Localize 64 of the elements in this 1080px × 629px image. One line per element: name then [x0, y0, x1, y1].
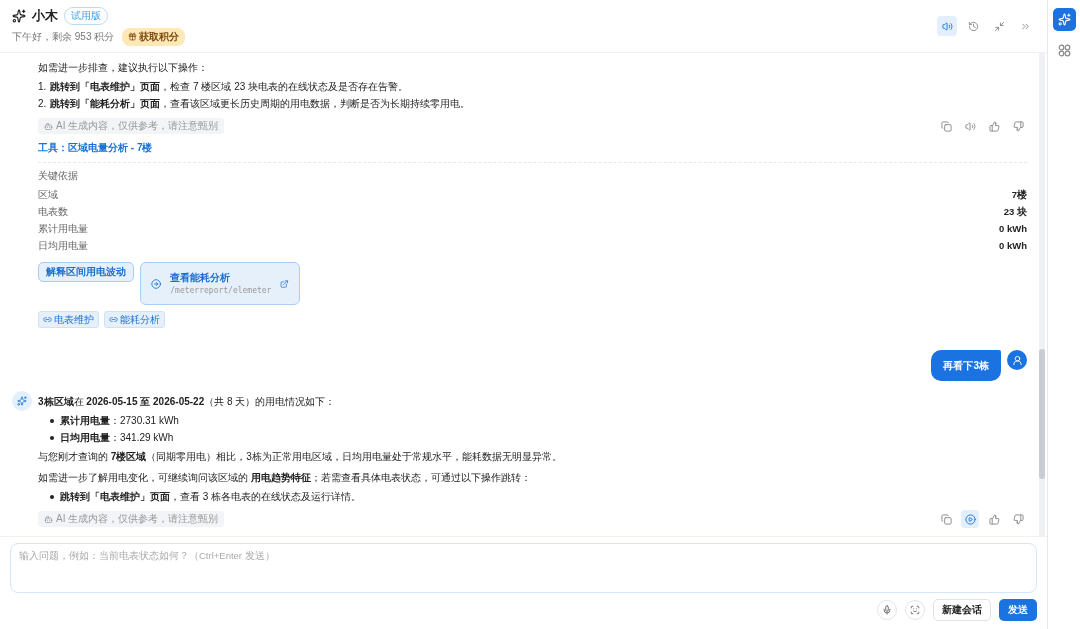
link-icon	[109, 315, 118, 324]
history-icon	[967, 20, 979, 32]
external-link-icon	[280, 278, 289, 289]
apps-icon	[1057, 44, 1071, 57]
assistant-button[interactable]	[1052, 8, 1076, 31]
ai-disclaimer: AI 生成内容，仅供参考，请注意甄别	[38, 118, 225, 134]
speaker-icon	[964, 120, 976, 132]
greeting-text: 下午好，剩余 953 积分	[12, 29, 115, 44]
thumbs-up-icon	[988, 120, 1000, 132]
play-icon	[964, 513, 976, 525]
list-item: 日均用电量：341.29 kWh	[38, 429, 1027, 446]
basis-value: 0 kWh	[999, 239, 1027, 253]
basis-value: 0 kWh	[999, 222, 1027, 236]
microphone-icon	[882, 605, 892, 615]
robot-icon	[44, 514, 53, 524]
copy-icon	[940, 120, 952, 132]
speaker-button[interactable]	[937, 16, 957, 36]
list-item: 累计用电量：2730.31 kWh	[38, 412, 1027, 429]
ai-disclaimer: AI 生成内容，仅供参考，请注意甄别	[38, 511, 225, 527]
page-link[interactable]: 电表维护	[38, 311, 99, 328]
reply-paragraph: 如需进一步排查，建议执行以下操作：	[38, 61, 209, 75]
basis-value: 23 块	[1003, 205, 1027, 219]
scan-icon	[910, 605, 920, 615]
collapse-icon	[993, 20, 1005, 32]
basis-label: 累计用电量	[38, 222, 88, 236]
thumbs-down-icon	[1012, 120, 1024, 132]
page-link[interactable]: 能耗分析	[104, 311, 165, 328]
sparkle-icon	[17, 396, 27, 406]
section-title: 关键依据	[38, 169, 79, 183]
card-title: 查看能耗分析	[170, 270, 232, 285]
reply-paragraph: 如需进一步了解用电变化，可继续询问该区域的 用电趋势特征；若需查看具体电表状态，可通过以下操作跳转：	[38, 471, 532, 485]
robot-icon	[44, 121, 53, 131]
arrow-circle-icon	[151, 277, 162, 290]
navigation-card[interactable]: 查看能耗分析 /meterreport/elemeter	[140, 262, 300, 305]
card-path: /meterreport/elemeter	[170, 284, 272, 297]
scan-button[interactable]	[905, 600, 925, 620]
reply-paragraph: 3栋区域在 2026-05-15 至 2026-05-22（共 8 天）的用电情况如下：	[38, 395, 337, 409]
assistant-name: 小木	[32, 6, 58, 25]
list-item: 1. 跳转到「电表维护」页面，检查 7 楼区域 23 块电表的在线状态及是否存在告警。	[38, 80, 410, 94]
user-message: 再看下3栋	[931, 350, 1001, 381]
tool-link[interactable]: 工具：区域电量分析 - 7楼	[38, 139, 1027, 163]
reply-paragraph: 与您刚才查询的 7楼区域（同期零用电）相比，3栋为正常用电区域，日均用电量处于常规水平，能耗数据无明显异常。	[38, 450, 563, 464]
speaker-icon	[941, 20, 953, 32]
sparkle-icon	[1057, 13, 1071, 26]
gift-icon	[128, 32, 138, 41]
microphone-button[interactable]	[877, 600, 897, 620]
get-points-button[interactable]: 获取积分	[122, 27, 186, 46]
new-chat-button[interactable]: 新建会话	[933, 599, 991, 621]
list-item: 2. 跳转到「能耗分析」页面，查看该区域更长历史周期的用电数据，判断是否为长期持续零用电。	[38, 97, 472, 111]
basis-label: 日均用电量	[38, 239, 88, 253]
thumbs-down-icon	[1012, 513, 1024, 525]
thumbs-up-icon	[988, 513, 1000, 525]
basis-value: 7楼	[1011, 188, 1027, 202]
sparkle-icon	[12, 8, 26, 23]
play-button[interactable]	[961, 510, 979, 528]
send-button[interactable]: 发送	[999, 599, 1037, 621]
question-input[interactable]: 输入问题，例如：当前电表状态如何？（Ctrl+Enter 发送）	[10, 543, 1037, 593]
copy-icon	[940, 513, 952, 525]
basis-label: 电表数	[38, 205, 68, 219]
link-icon	[43, 315, 52, 324]
suggestion-chip[interactable]: 解释区间用电波动	[38, 262, 134, 282]
basis-label: 区域	[38, 188, 58, 202]
list-item: 跳转到「电表维护」页面，查看 3 栋各电表的在线状态及运行详情。	[38, 488, 1027, 505]
scrollbar[interactable]	[1039, 53, 1045, 536]
